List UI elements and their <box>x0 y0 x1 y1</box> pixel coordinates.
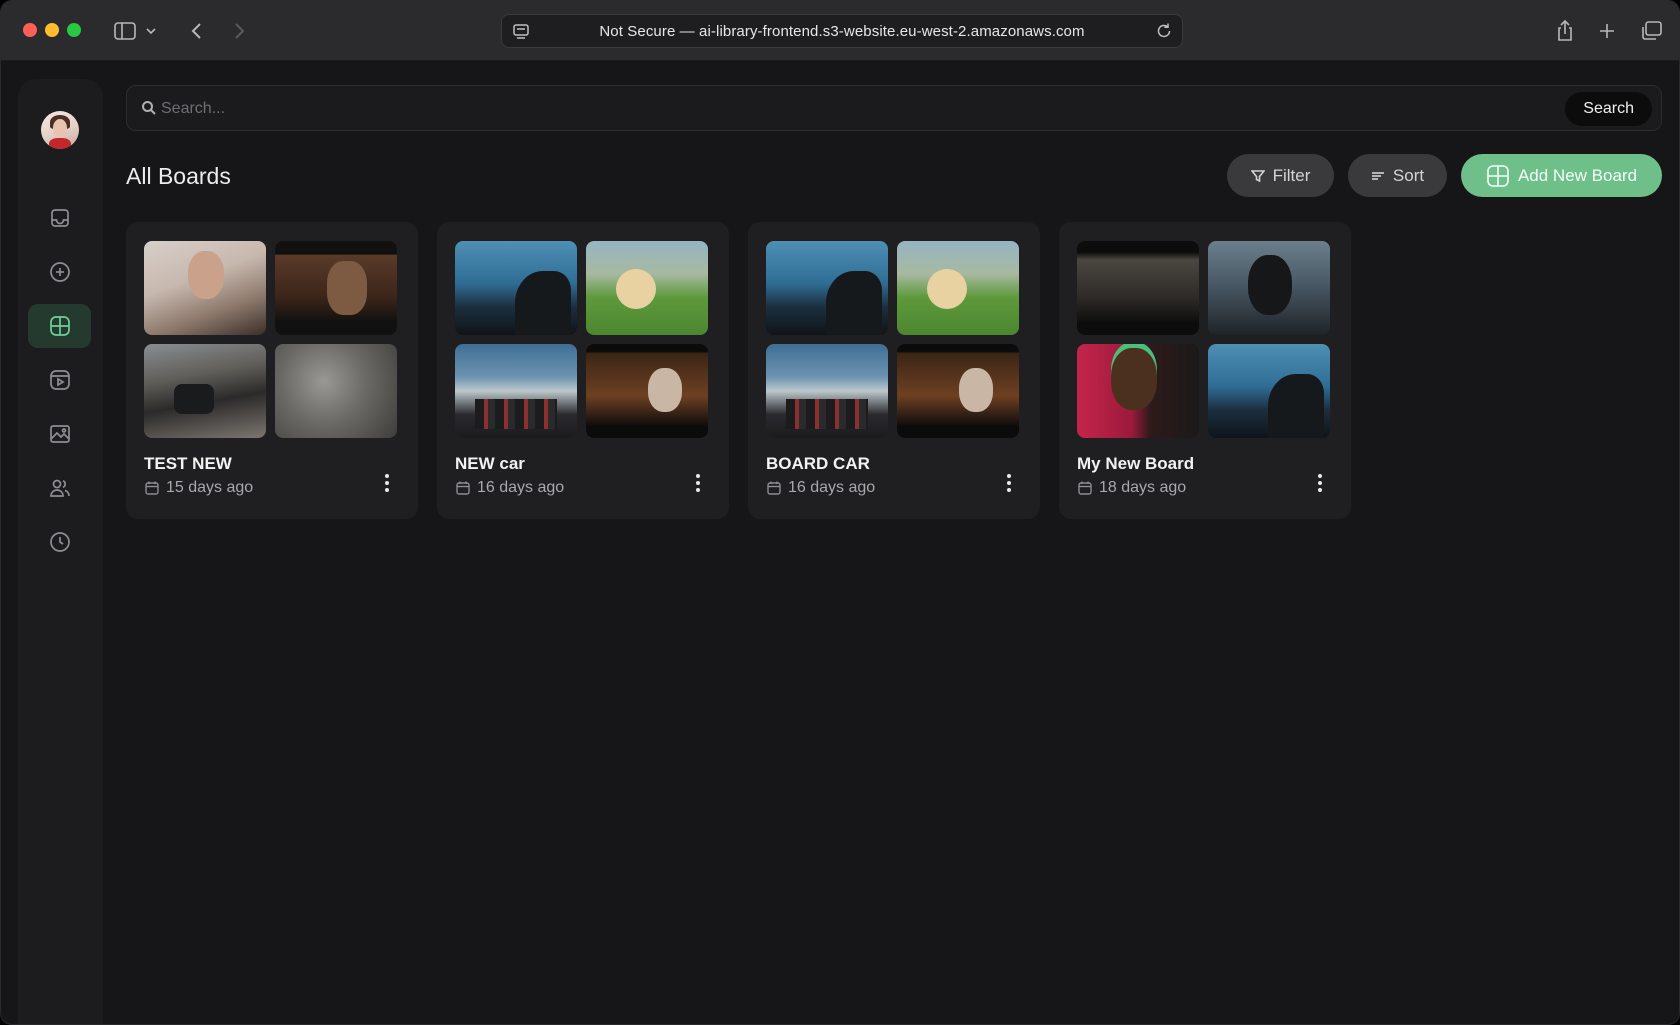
search-input[interactable] <box>161 94 1461 124</box>
image-icon <box>49 425 70 443</box>
back-arrow-icon[interactable] <box>183 17 211 45</box>
users-icon <box>49 479 70 497</box>
boards-grid-icon <box>1487 164 1509 187</box>
user-avatar[interactable] <box>41 111 79 149</box>
address-text: Not Secure — ai-library-frontend.s3-webs… <box>599 22 1085 40</box>
board-thumbnail <box>766 241 888 335</box>
site-info-icon[interactable] <box>512 22 530 47</box>
sort-button[interactable]: Sort <box>1348 154 1447 197</box>
board-date-text: 16 days ago <box>788 479 876 496</box>
board-menu-button[interactable] <box>1002 470 1016 496</box>
calendar-icon <box>767 481 781 495</box>
board-card[interactable]: My New Board 18 days ago <box>1059 222 1351 519</box>
sidebar-toggle-icon[interactable] <box>111 17 139 45</box>
forward-arrow-icon[interactable] <box>225 17 253 45</box>
clock-icon <box>49 532 70 552</box>
board-thumbnail <box>586 344 708 438</box>
board-thumbnail <box>455 241 577 335</box>
browser-toolbar: Not Secure — ai-library-frontend.s3-webs… <box>1 1 1679 61</box>
board-thumbnail <box>897 344 1019 438</box>
sidebar-item-inbox[interactable] <box>28 196 91 240</box>
close-window-button[interactable] <box>23 23 37 37</box>
board-thumbnail <box>766 344 888 438</box>
board-thumbnail <box>586 241 708 335</box>
reload-icon[interactable] <box>1154 21 1174 46</box>
board-date-text: 18 days ago <box>1099 479 1187 496</box>
add-new-board-button[interactable]: Add New Board <box>1461 154 1662 197</box>
board-thumbnail <box>275 241 397 335</box>
board-date-text: 15 days ago <box>166 479 254 496</box>
board-name: My New Board <box>1077 454 1195 473</box>
sidebar-item-images[interactable] <box>28 412 91 456</box>
sort-icon <box>1371 171 1384 180</box>
board-thumbnail <box>455 344 577 438</box>
address-bar[interactable]: Not Secure — ai-library-frontend.s3-webs… <box>501 14 1183 48</box>
video-icon <box>49 370 70 390</box>
minimize-window-button[interactable] <box>45 23 59 37</box>
board-date-text: 16 days ago <box>477 479 565 496</box>
search-icon <box>141 100 157 121</box>
board-thumbnail <box>144 241 266 335</box>
board-date: 15 days ago <box>144 479 253 497</box>
sidebar-item-create[interactable] <box>28 250 91 294</box>
boards-grid-icon <box>49 316 70 336</box>
add-new-board-label: Add New Board <box>1517 165 1638 185</box>
sidebar-item-boards[interactable] <box>28 304 91 348</box>
board-thumbnail <box>1077 344 1199 438</box>
board-thumbnail <box>275 344 397 438</box>
board-menu-button[interactable] <box>380 470 394 496</box>
calendar-icon <box>456 481 470 495</box>
board-thumbnail <box>1208 344 1330 438</box>
board-menu-button[interactable] <box>1313 470 1327 496</box>
search-bar: Search <box>126 85 1662 131</box>
filter-button[interactable]: Filter <box>1227 154 1334 197</box>
plus-circle-icon <box>49 262 70 282</box>
board-date: 16 days ago <box>455 479 564 497</box>
browser-window: Not Secure — ai-library-frontend.s3-webs… <box>0 0 1680 1025</box>
sidebar-item-history[interactable] <box>28 520 91 564</box>
board-thumbnail <box>144 344 266 438</box>
calendar-icon <box>1078 481 1092 495</box>
search-button[interactable]: Search <box>1565 92 1652 126</box>
zoom-window-button[interactable] <box>67 23 81 37</box>
board-thumbnail <box>1208 241 1330 335</box>
share-icon[interactable] <box>1551 17 1579 45</box>
board-date: 16 days ago <box>766 479 875 497</box>
board-name: TEST NEW <box>144 454 232 473</box>
board-card[interactable]: BOARD CAR 16 days ago <box>748 222 1040 519</box>
inbox-icon <box>50 209 69 227</box>
chevron-down-icon[interactable] <box>143 17 159 45</box>
filter-label: Filter <box>1272 165 1311 185</box>
calendar-icon <box>145 481 159 495</box>
board-card[interactable]: TEST NEW 15 days ago <box>126 222 418 519</box>
sort-label: Sort <box>1392 165 1425 185</box>
sidebar-item-users[interactable] <box>28 466 91 510</box>
board-thumbnail <box>897 241 1019 335</box>
board-date: 18 days ago <box>1077 479 1186 497</box>
board-card[interactable]: NEW car 16 days ago <box>437 222 729 519</box>
new-tab-icon[interactable] <box>1593 17 1621 45</box>
filter-icon <box>1250 169 1265 182</box>
sidebar-item-videos[interactable] <box>28 358 91 402</box>
board-name: NEW car <box>455 454 525 473</box>
tab-overview-icon[interactable] <box>1637 17 1665 45</box>
app-sidebar <box>18 79 103 1024</box>
board-name: BOARD CAR <box>766 454 870 473</box>
page-title: All Boards <box>126 163 231 189</box>
board-menu-button[interactable] <box>691 470 705 496</box>
board-thumbnail <box>1077 241 1199 335</box>
